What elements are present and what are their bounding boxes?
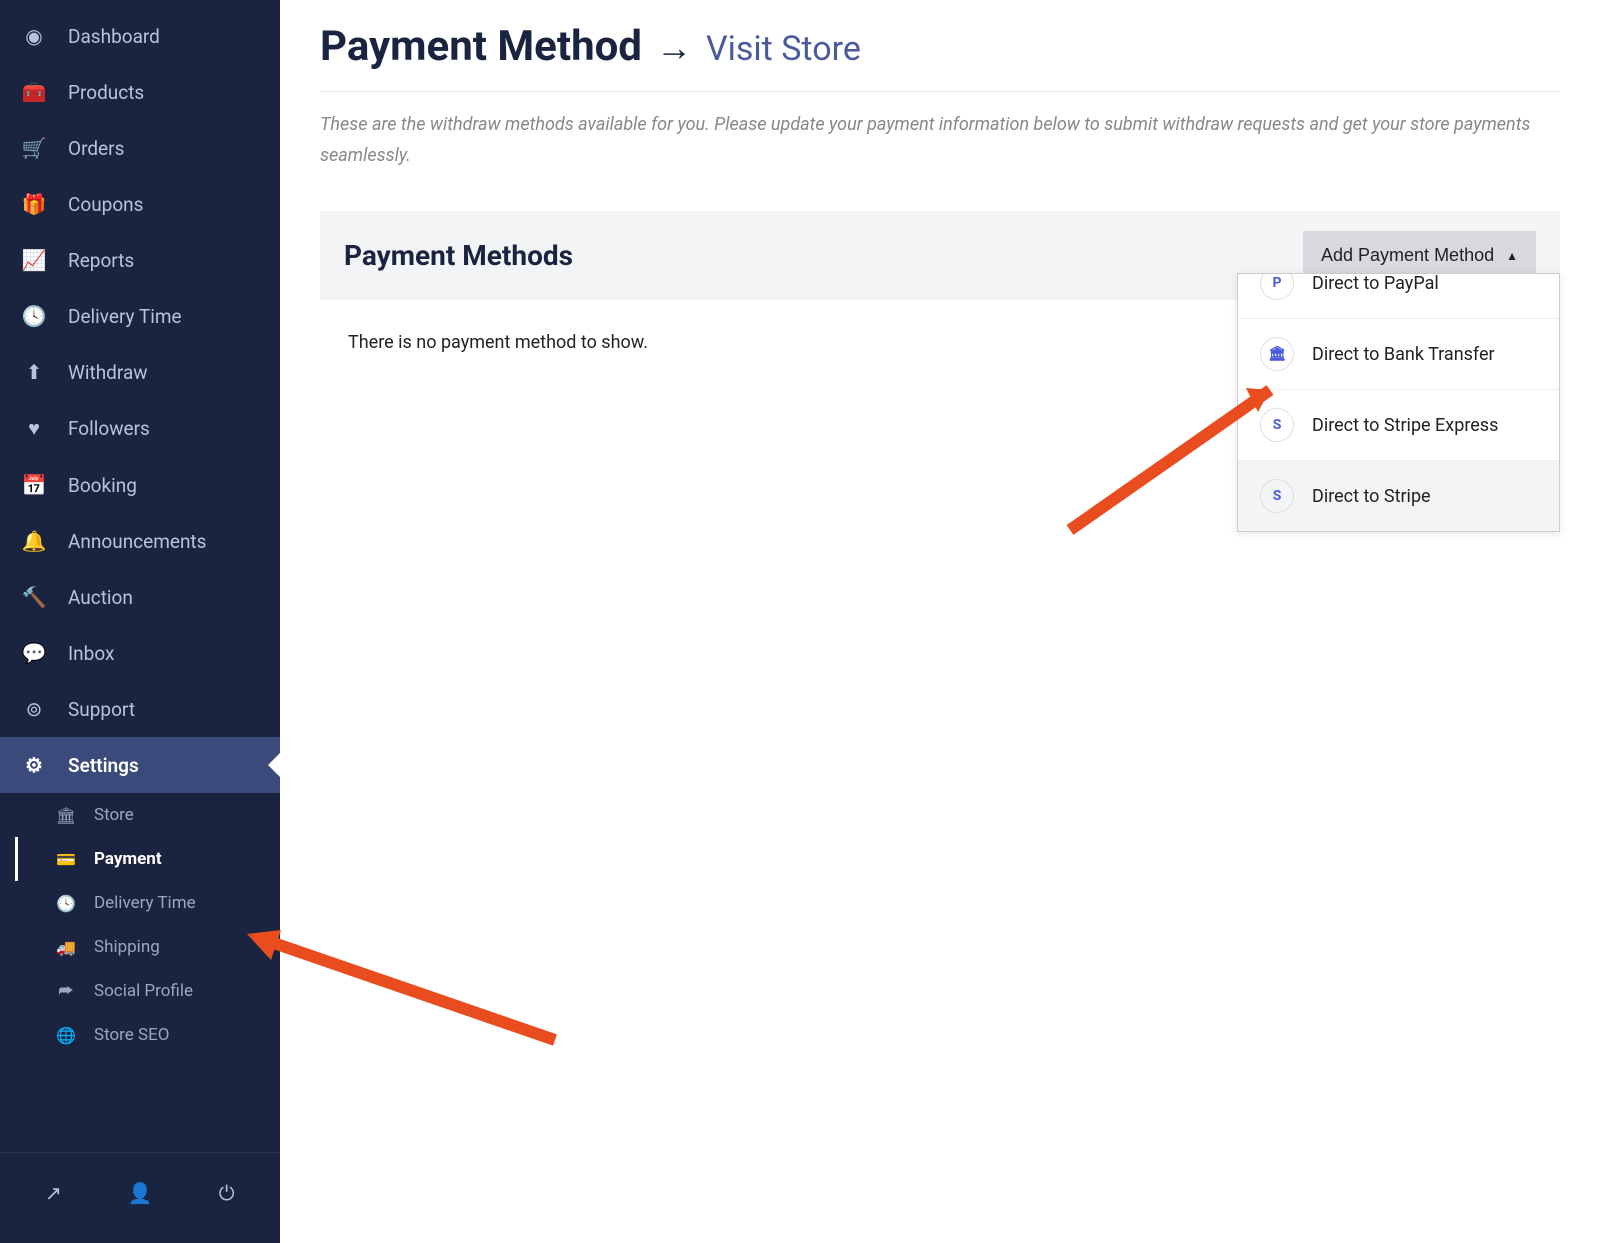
payment-method-dropdown: P Direct to PayPal 🏛 Direct to Bank Transfe… [1237,273,1560,532]
stripe-icon: S [1260,408,1294,442]
subnav-item-store[interactable]: 🏛 Store [18,793,280,837]
heart-icon: ♥ [22,416,46,441]
subnav-item-label: Delivery Time [94,893,196,913]
user-icon: 👤 [128,1181,153,1205]
subnav-item-label: Shipping [94,937,160,957]
chevron-up-icon: ▲ [1506,249,1518,263]
calendar-icon: 📅 [22,473,46,497]
power-button[interactable]: ⏻ [207,1173,247,1213]
sidebar-item-label: Settings [68,754,139,777]
add-button-label: Add Payment Method [1321,245,1494,266]
lifering-icon: ⊚ [22,697,46,721]
subnav-item-payment[interactable]: 💳 Payment [15,837,280,881]
hammer-icon: 🔨 [22,585,46,609]
clock-icon: 🕓 [56,894,76,913]
dropdown-option-label: Direct to Bank Transfer [1312,344,1495,365]
external-link-button[interactable]: ↗ [33,1173,73,1213]
sidebar-item-label: Followers [68,417,150,440]
subnav-item-delivery-time[interactable]: 🕓 Delivery Time [18,881,280,925]
briefcase-icon: 🧰 [22,80,46,104]
dropdown-option-label: Direct to PayPal [1312,273,1439,294]
sidebar-item-withdraw[interactable]: ⬆ Withdraw [0,344,280,400]
bell-icon: 🔔 [22,529,46,553]
sidebar-item-products[interactable]: 🧰 Products [0,64,280,120]
sidebar-item-label: Coupons [68,193,143,216]
arrow-separator: → [656,27,692,69]
card-icon: 💳 [56,850,76,869]
visit-store-link[interactable]: Visit Store [706,29,861,69]
sidebar-item-booking[interactable]: 📅 Booking [0,457,280,513]
dropdown-option-label: Direct to Stripe Express [1312,415,1498,436]
sidebar-footer: ↗ 👤 ⏻ [0,1152,280,1243]
page-description: These are the withdraw methods available… [320,110,1560,171]
sidebar-item-label: Booking [68,474,137,497]
power-icon: ⏻ [219,1181,235,1205]
sidebar-item-delivery-time[interactable]: 🕓 Delivery Time [0,288,280,344]
sidebar-item-reports[interactable]: 📈 Reports [0,232,280,288]
sidebar-item-dashboard[interactable]: ◉ Dashboard [0,8,280,64]
truck-icon: 🚚 [56,938,76,957]
sidebar: ◉ Dashboard 🧰 Products 🛒 Orders 🎁 Coupons 📈 Repor… [0,0,280,1243]
dropdown-option-bank[interactable]: 🏛 Direct to Bank Transfer [1238,318,1559,389]
sidebar-item-settings[interactable]: ⚙ Settings [0,737,280,793]
sidebar-item-followers[interactable]: ♥ Followers [0,400,280,457]
dashboard-icon: ◉ [22,24,46,48]
sidebar-item-label: Delivery Time [68,305,182,328]
comment-icon: 💬 [22,641,46,665]
sidebar-item-label: Auction [68,586,133,609]
bank-icon: 🏛 [1260,337,1294,371]
sidebar-item-announcements[interactable]: 🔔 Announcements [0,513,280,569]
subnav-item-label: Store [94,805,134,825]
sidebar-item-label: Announcements [68,530,206,553]
page-header: Payment Method → Visit Store [320,22,1560,71]
sidebar-item-support[interactable]: ⊚ Support [0,681,280,737]
dropdown-option-paypal[interactable]: P Direct to PayPal [1238,273,1559,318]
gift-icon: 🎁 [22,192,46,216]
sidebar-item-label: Reports [68,249,134,272]
sidebar-item-label: Withdraw [68,361,148,384]
panel-header: Payment Methods Add Payment Method ▲ P Di… [320,211,1560,300]
sidebar-item-label: Dashboard [68,25,160,48]
globe-icon: 🌐 [56,1026,76,1045]
page-title: Payment Method [320,22,642,71]
paypal-icon: P [1260,273,1294,300]
stripe-icon: S [1260,479,1294,513]
subnav-item-store-seo[interactable]: 🌐 Store SEO [18,1013,280,1057]
sidebar-item-label: Inbox [68,642,114,665]
dropdown-option-label: Direct to Stripe [1312,486,1431,507]
chart-icon: 📈 [22,248,46,272]
subnav-item-label: Payment [94,849,162,869]
clock-icon: 🕓 [22,304,46,328]
bank-icon: 🏛 [56,806,76,825]
nav: ◉ Dashboard 🧰 Products 🛒 Orders 🎁 Coupons 📈 Repor… [0,0,280,1152]
sidebar-item-label: Support [68,698,135,721]
sidebar-item-label: Products [68,81,144,104]
share-icon: ⮫ [56,981,76,1001]
subnav-item-shipping[interactable]: 🚚 Shipping [18,925,280,969]
divider [320,91,1560,92]
sidebar-item-inbox[interactable]: 💬 Inbox [0,625,280,681]
sidebar-item-coupons[interactable]: 🎁 Coupons [0,176,280,232]
gear-icon: ⚙ [22,753,46,777]
sidebar-item-orders[interactable]: 🛒 Orders [0,120,280,176]
main: Payment Method → Visit Store These are t… [280,0,1600,1243]
upload-icon: ⬆ [22,360,46,384]
cart-icon: 🛒 [22,136,46,160]
subnav-item-label: Social Profile [94,981,193,1001]
subnav: 🏛 Store 💳 Payment 🕓 Delivery Time 🚚 Shipping ⮫ So… [0,793,280,1057]
sidebar-item-label: Orders [68,137,124,160]
profile-button[interactable]: 👤 [120,1173,160,1213]
subnav-item-social-profile[interactable]: ⮫ Social Profile [18,969,280,1013]
subnav-item-label: Store SEO [94,1025,169,1045]
external-icon: ↗ [45,1181,62,1205]
sidebar-item-auction[interactable]: 🔨 Auction [0,569,280,625]
dropdown-option-stripe[interactable]: S Direct to Stripe [1238,460,1559,531]
dropdown-option-stripe-express[interactable]: S Direct to Stripe Express [1238,389,1559,460]
panel-title: Payment Methods [344,239,573,272]
